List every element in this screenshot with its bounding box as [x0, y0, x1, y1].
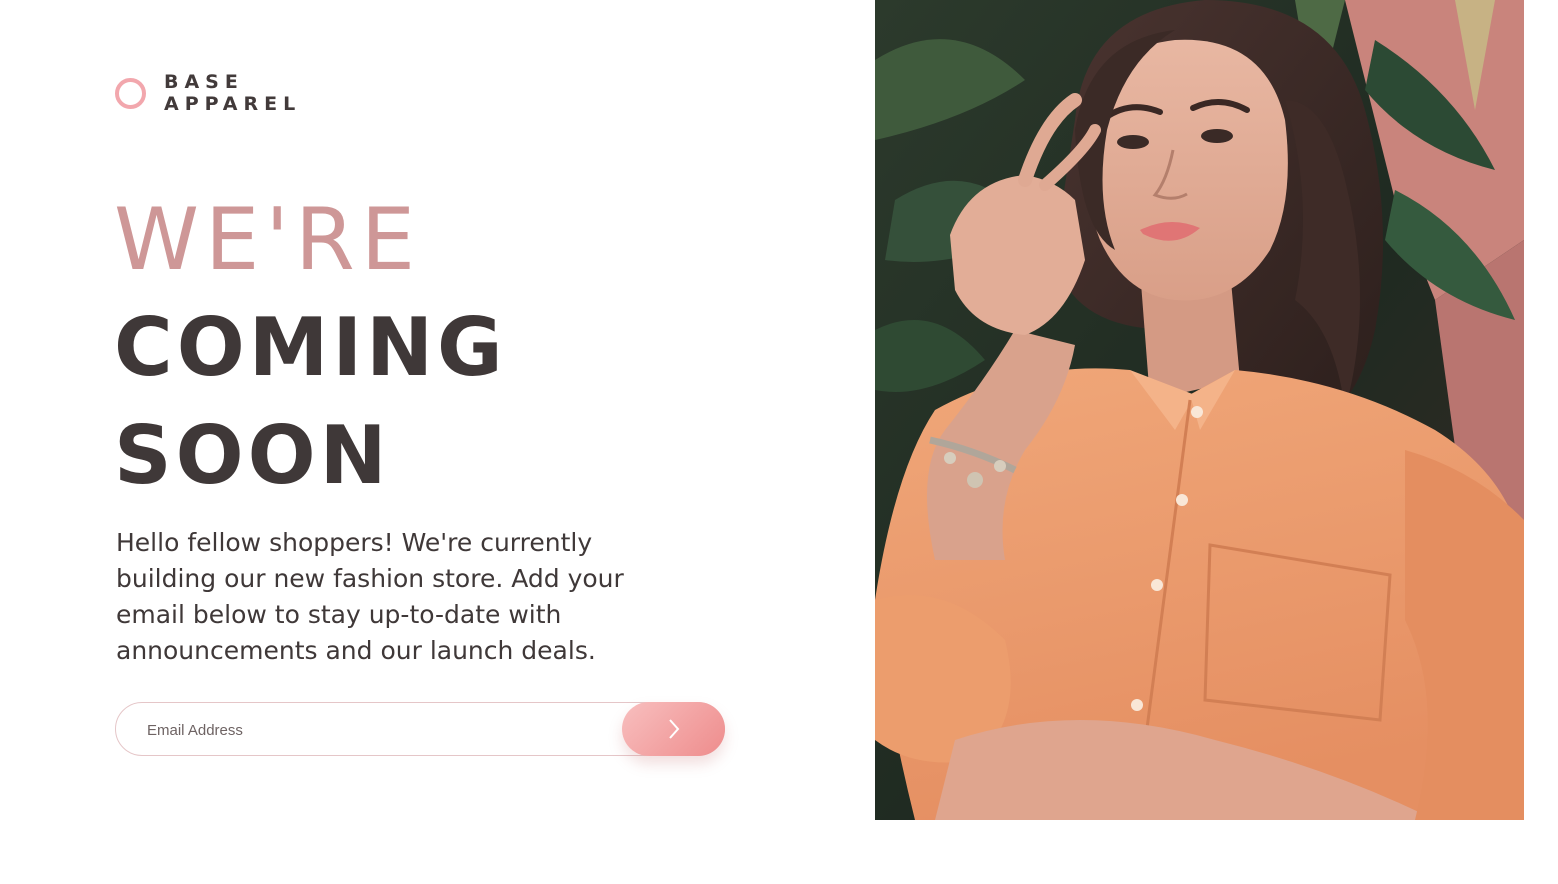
logo-wordmark: BASE APPAREL: [164, 71, 301, 115]
logo-line-base: BASE: [164, 71, 244, 93]
title-light: WE'RE: [114, 190, 422, 290]
logo-line-apparel: APPAREL: [164, 93, 302, 115]
title-bold-line2: SOON: [114, 409, 391, 502]
submit-email-button[interactable]: [622, 702, 725, 756]
chevron-right-icon: [668, 719, 679, 739]
logo-ring-icon: [115, 77, 146, 109]
email-input[interactable]: [145, 703, 619, 757]
email-signup-form: [115, 702, 725, 757]
brand-logo[interactable]: BASE APPAREL: [115, 71, 301, 115]
title-bold-line1: COMING: [114, 301, 507, 394]
hero-photo: [875, 0, 1524, 820]
hero-illustration: [875, 0, 1524, 820]
coming-soon-page: BASE APPAREL WE'RE COMING SOON Hello fel…: [0, 0, 1558, 884]
page-title: WE'RE COMING SOON: [114, 186, 507, 510]
intro-text: Hello fellow shoppers! We're currently b…: [116, 528, 624, 665]
